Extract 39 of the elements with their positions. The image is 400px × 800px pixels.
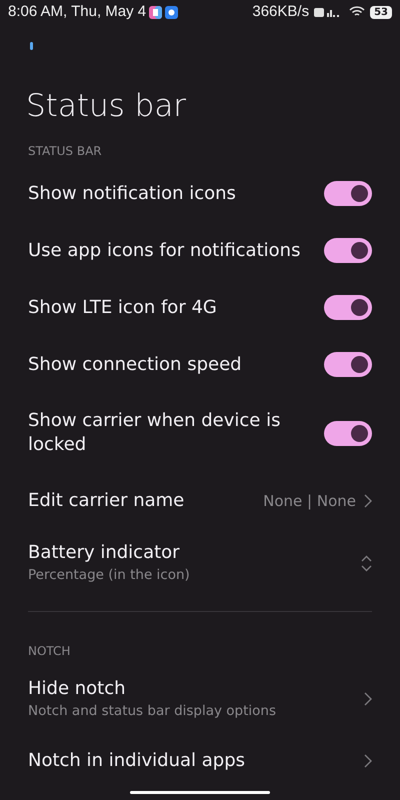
setting-label: Show connection speed	[28, 352, 242, 376]
setting-label: Show LTE icon for 4G	[28, 296, 217, 320]
settings-row[interactable]: Edit carrier name None | None	[0, 473, 400, 529]
chevron-right-icon	[364, 692, 372, 706]
setting-label: Battery indicator	[28, 541, 181, 565]
settings-row[interactable]: Show carrier when device is locked	[0, 393, 400, 473]
toggle-switch[interactable]	[324, 295, 372, 320]
up-down-chevron-icon	[361, 554, 372, 572]
chevron-right-icon	[364, 754, 372, 768]
network-speed: 366KB/s	[252, 2, 310, 22]
settings-row[interactable]: Notch in individual apps	[0, 733, 400, 789]
toggle-switch[interactable]	[324, 352, 372, 377]
toggle-switch[interactable]	[324, 181, 372, 206]
setting-label: Notch in individual apps	[28, 749, 246, 773]
scroll-indicator	[30, 42, 33, 50]
settings-row[interactable]: Battery indicator Percentage (in the icon)	[0, 529, 400, 597]
setting-label: Edit carrier name	[28, 489, 184, 513]
setting-label: Show notification icons	[28, 182, 236, 206]
settings-row[interactable]: Hide notch Notch and status bar display options	[0, 665, 400, 733]
settings-row[interactable]: Show connection speed	[0, 336, 400, 393]
status-time: 8:06 AM, Thu, May 4	[8, 2, 146, 22]
wifi-icon	[349, 6, 366, 18]
current-value: None | None	[263, 490, 356, 512]
setting-label: Hide notch	[28, 677, 127, 701]
battery-level: 53	[370, 6, 392, 18]
settings-row[interactable]: Use app icons for notifications	[0, 222, 400, 279]
toggle-switch[interactable]	[324, 238, 372, 263]
chevron-right-icon	[364, 494, 372, 508]
section-header: NOTCH	[27, 643, 72, 660]
settings-icon	[165, 6, 178, 18]
setting-label: Use app icons for notifications	[28, 238, 300, 262]
setting-summary: Notch and status bar display options	[28, 702, 276, 721]
page-title: Status bar	[25, 87, 188, 126]
section-header: STATUS BAR	[27, 143, 103, 160]
settings-row[interactable]: Show LTE icon for 4G	[0, 279, 400, 336]
setting-summary: Percentage (in the icon)	[28, 566, 190, 585]
settings-row[interactable]: Show notification icons	[0, 165, 400, 222]
toggle-switch[interactable]	[324, 420, 372, 446]
setting-label: Show carrier when device is locked	[28, 409, 282, 457]
